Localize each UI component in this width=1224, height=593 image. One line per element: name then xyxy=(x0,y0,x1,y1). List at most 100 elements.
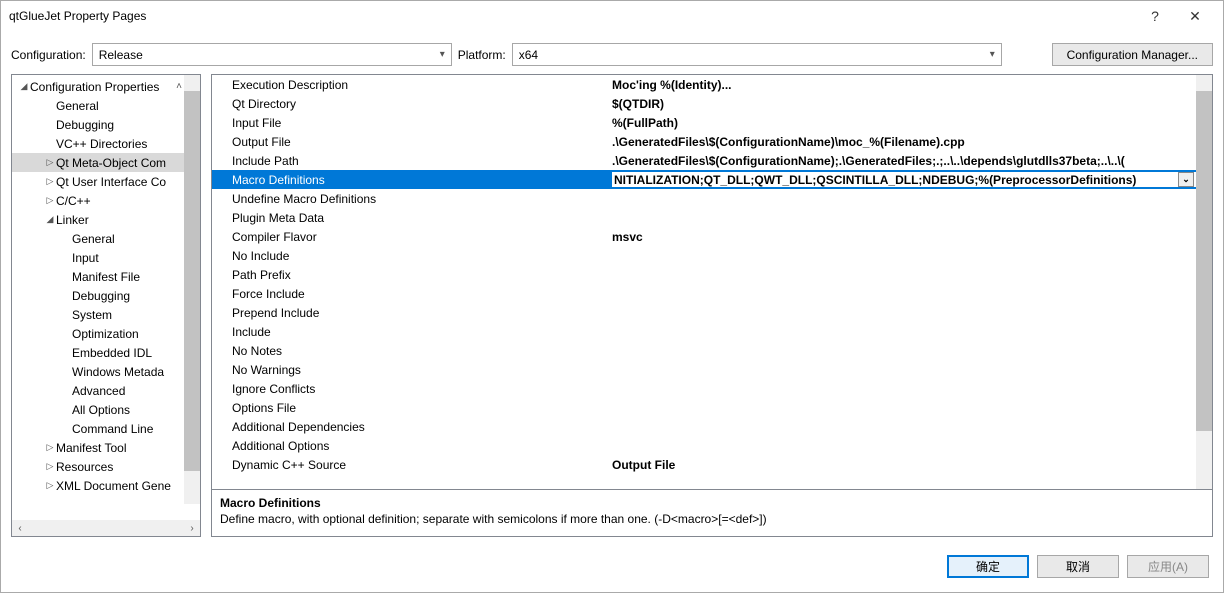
tree-item[interactable]: All Options xyxy=(12,400,200,419)
tree-item[interactable]: Debugging xyxy=(12,286,200,305)
expand-icon[interactable]: ▷ xyxy=(44,157,56,168)
grid-vscrollbar[interactable] xyxy=(1196,75,1212,489)
property-row[interactable]: No Notes xyxy=(212,341,1196,360)
nav-tree[interactable]: ◢ Configuration Properties ˄ GeneralDebu… xyxy=(12,75,200,520)
property-row[interactable]: Compiler Flavormsvc xyxy=(212,227,1196,246)
tree-item[interactable]: Embedded IDL xyxy=(12,343,200,362)
property-row[interactable]: Options File xyxy=(212,398,1196,417)
property-row[interactable]: Prepend Include xyxy=(212,303,1196,322)
configuration-select[interactable]: Release ▾ xyxy=(92,43,452,66)
property-row[interactable]: Include Path.\GeneratedFiles\$(Configura… xyxy=(212,151,1196,170)
scroll-left-icon[interactable]: ‹ xyxy=(12,523,28,534)
property-grid-body[interactable]: Execution DescriptionMoc'ing %(Identity)… xyxy=(212,75,1196,489)
tree-item-label: Windows Metada xyxy=(72,365,164,379)
tree-item-label: Manifest File xyxy=(72,270,140,284)
tree-item[interactable]: ▷XML Document Gene xyxy=(12,476,200,495)
property-name: No Notes xyxy=(212,344,612,358)
property-row[interactable]: No Warnings xyxy=(212,360,1196,379)
tree-item-label: VC++ Directories xyxy=(56,137,147,151)
property-row[interactable]: Input File%(FullPath) xyxy=(212,113,1196,132)
tree-item[interactable]: Command Line xyxy=(12,419,200,438)
tree-item-label: Resources xyxy=(56,460,113,474)
collapse-icon[interactable]: ◢ xyxy=(18,81,30,92)
tree-item-label: Linker xyxy=(56,213,89,227)
tree-item[interactable]: Windows Metada xyxy=(12,362,200,381)
close-button[interactable]: ✕ xyxy=(1175,8,1215,25)
expand-icon[interactable]: ▷ xyxy=(44,176,56,187)
tree-root[interactable]: ◢ Configuration Properties ˄ xyxy=(12,77,200,96)
property-row[interactable]: Dynamic C++ SourceOutput File xyxy=(212,455,1196,474)
property-value[interactable]: Moc'ing %(Identity)... xyxy=(612,78,1196,92)
property-row[interactable]: Include xyxy=(212,322,1196,341)
tree-item[interactable]: ◢Linker xyxy=(12,210,200,229)
property-name: Output File xyxy=(212,135,612,149)
property-row[interactable]: Additional Dependencies xyxy=(212,417,1196,436)
tree-item[interactable]: General xyxy=(12,96,200,115)
configuration-manager-button[interactable]: Configuration Manager... xyxy=(1052,43,1213,66)
platform-value: x64 xyxy=(519,48,538,62)
tree-item[interactable]: ▷Qt User Interface Co xyxy=(12,172,200,191)
expand-icon[interactable]: ▷ xyxy=(44,480,56,491)
tree-item[interactable]: Optimization xyxy=(12,324,200,343)
expand-icon[interactable]: ▷ xyxy=(44,195,56,206)
property-row[interactable]: No Include xyxy=(212,246,1196,265)
tree-item[interactable]: Input xyxy=(12,248,200,267)
tree-item-label: Input xyxy=(72,251,99,265)
window-title: qtGlueJet Property Pages xyxy=(9,9,1135,23)
dropdown-button[interactable]: ⌄ xyxy=(1178,172,1194,187)
property-name: Options File xyxy=(212,401,612,415)
ok-button[interactable]: 确定 xyxy=(947,555,1029,578)
tree-item[interactable]: Debugging xyxy=(12,115,200,134)
property-row[interactable]: Output File.\GeneratedFiles\$(Configurat… xyxy=(212,132,1196,151)
tree-item-label: C/C++ xyxy=(56,194,91,208)
property-name: Input File xyxy=(212,116,612,130)
property-row[interactable]: Ignore Conflicts xyxy=(212,379,1196,398)
property-value[interactable]: NITIALIZATION;QT_DLL;QWT_DLL;QSCINTILLA_… xyxy=(612,172,1196,187)
chevron-down-icon: ▾ xyxy=(990,49,995,60)
property-name: Ignore Conflicts xyxy=(212,382,612,396)
property-value[interactable]: msvc xyxy=(612,230,1196,244)
property-row[interactable]: Force Include xyxy=(212,284,1196,303)
tree-item[interactable]: Manifest File xyxy=(12,267,200,286)
property-value[interactable]: .\GeneratedFiles\$(ConfigurationName)\mo… xyxy=(612,135,1196,149)
tree-item[interactable]: General xyxy=(12,229,200,248)
tree-item[interactable]: System xyxy=(12,305,200,324)
tree-hscrollbar[interactable]: ‹ › xyxy=(12,520,200,536)
property-row[interactable]: Macro DefinitionsNITIALIZATION;QT_DLL;QW… xyxy=(212,170,1196,189)
property-name: Compiler Flavor xyxy=(212,230,612,244)
property-row[interactable]: Plugin Meta Data xyxy=(212,208,1196,227)
tree-item[interactable]: ▷C/C++ xyxy=(12,191,200,210)
property-name: No Include xyxy=(212,249,612,263)
property-row[interactable]: Qt Directory$(QTDIR) xyxy=(212,94,1196,113)
property-value[interactable]: $(QTDIR) xyxy=(612,97,1196,111)
property-name: Force Include xyxy=(212,287,612,301)
expand-icon[interactable]: ▷ xyxy=(44,442,56,453)
tree-item[interactable]: ▷Manifest Tool xyxy=(12,438,200,457)
property-value[interactable]: .\GeneratedFiles\$(ConfigurationName);.\… xyxy=(612,154,1196,168)
tree-item-label: Qt User Interface Co xyxy=(56,175,166,189)
property-row[interactable]: Execution DescriptionMoc'ing %(Identity)… xyxy=(212,75,1196,94)
scroll-right-icon[interactable]: › xyxy=(184,523,200,534)
property-name: Prepend Include xyxy=(212,306,612,320)
platform-select[interactable]: x64 ▾ xyxy=(512,43,1002,66)
expand-icon[interactable]: ▷ xyxy=(44,461,56,472)
property-value[interactable]: %(FullPath) xyxy=(612,116,1196,130)
property-row[interactable]: Additional Options xyxy=(212,436,1196,455)
property-row[interactable]: Undefine Macro Definitions xyxy=(212,189,1196,208)
property-name: Macro Definitions xyxy=(212,173,612,187)
property-value[interactable]: Output File xyxy=(612,458,1196,472)
tree-item[interactable]: ▷Resources xyxy=(12,457,200,476)
tree-item[interactable]: VC++ Directories xyxy=(12,134,200,153)
property-name: Additional Dependencies xyxy=(212,420,612,434)
collapse-icon[interactable]: ◢ xyxy=(44,214,56,225)
cancel-button[interactable]: 取消 xyxy=(1037,555,1119,578)
apply-button[interactable]: 应用(A) xyxy=(1127,555,1209,578)
help-button[interactable]: ? xyxy=(1135,8,1175,24)
tree-vscrollbar[interactable] xyxy=(184,75,200,504)
property-row[interactable]: Path Prefix xyxy=(212,265,1196,284)
tree-item[interactable]: ▷Qt Meta-Object Com xyxy=(12,153,200,172)
config-bar: Configuration: Release ▾ Platform: x64 ▾… xyxy=(1,31,1223,74)
tree-item-label: System xyxy=(72,308,112,322)
tree-item[interactable]: Advanced xyxy=(12,381,200,400)
tree-item-label: Manifest Tool xyxy=(56,441,126,455)
